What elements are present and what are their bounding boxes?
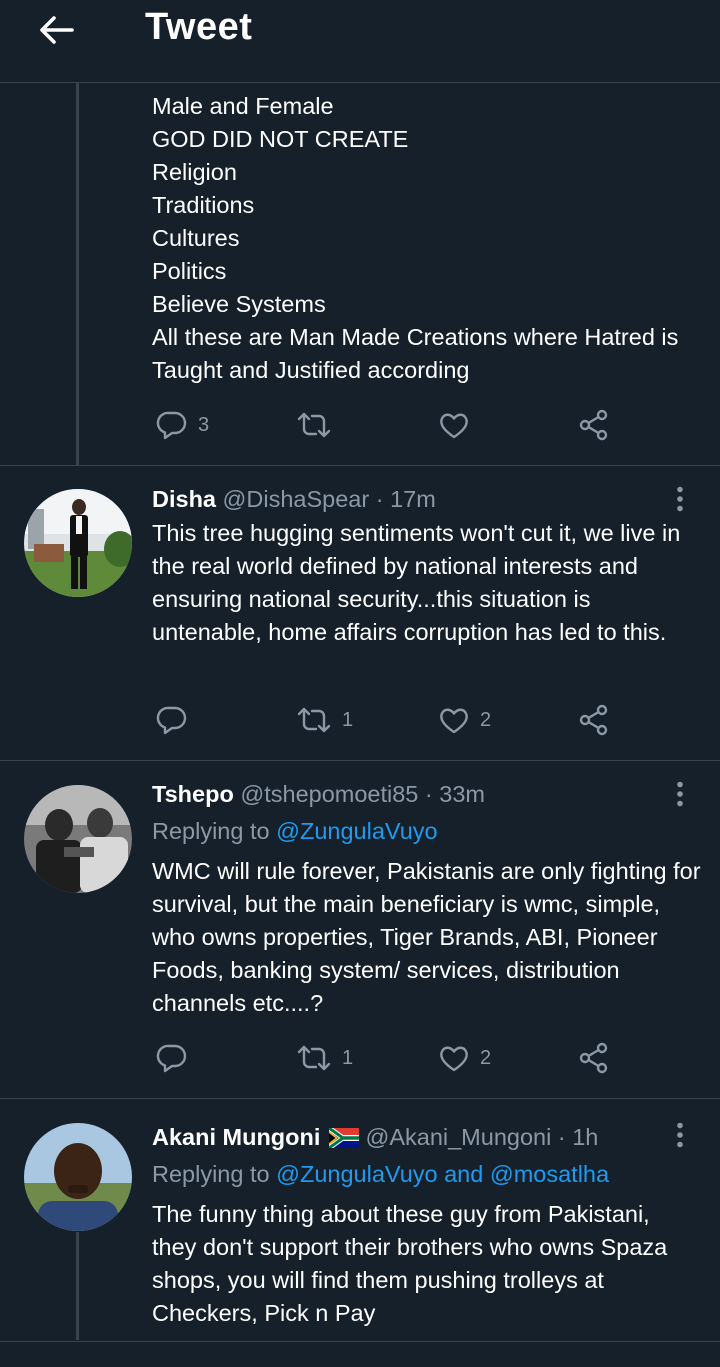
timestamp[interactable]: · 17m bbox=[376, 486, 436, 512]
thread-line bbox=[76, 1232, 79, 1340]
replying-to: Replying to @ZungulaVuyo and @mosatlha bbox=[152, 1159, 609, 1189]
more-vertical-icon bbox=[677, 1122, 683, 1148]
timestamp[interactable]: · 33m bbox=[425, 781, 485, 807]
top-bar: Tweet bbox=[0, 0, 720, 83]
page-title: Tweet bbox=[145, 6, 253, 48]
user-handle[interactable]: @DishaSpear bbox=[223, 486, 370, 512]
avatar[interactable] bbox=[24, 1123, 132, 1231]
divider bbox=[0, 1098, 720, 1099]
retweet-button[interactable]: 1 bbox=[296, 700, 353, 740]
reply-icon bbox=[156, 1044, 187, 1073]
more-vertical-icon bbox=[677, 781, 683, 807]
tweet-meta: Disha @DishaSpear · 17m bbox=[152, 484, 436, 514]
heart-icon bbox=[440, 1046, 468, 1072]
replying-to: Replying to @ZungulaVuyo bbox=[152, 816, 438, 846]
retweet-icon bbox=[297, 412, 331, 438]
tweet-meta: Tshepo @tshepomoeti85 · 33m bbox=[152, 779, 485, 809]
reply-count: 3 bbox=[198, 413, 210, 436]
retweet-count: 1 bbox=[342, 1046, 354, 1069]
display-name[interactable]: Tshepo bbox=[152, 781, 234, 807]
like-button[interactable] bbox=[438, 405, 480, 445]
share-button[interactable] bbox=[578, 1038, 610, 1078]
more-vertical-icon bbox=[677, 486, 683, 512]
heart-icon bbox=[440, 413, 468, 439]
replying-to-link[interactable]: @ZungulaVuyo bbox=[276, 818, 437, 844]
arrow-left-icon bbox=[40, 16, 74, 44]
share-button[interactable] bbox=[578, 405, 610, 445]
share-button[interactable] bbox=[578, 700, 610, 740]
replying-to-link[interactable]: @ZungulaVuyo and @mosatlha bbox=[276, 1161, 609, 1187]
retweet-icon bbox=[297, 707, 331, 733]
more-options-button[interactable] bbox=[668, 1120, 692, 1150]
like-count: 2 bbox=[480, 1046, 492, 1069]
display-name[interactable]: Disha bbox=[152, 486, 216, 512]
timestamp[interactable]: · 1h bbox=[558, 1124, 599, 1150]
more-options-button[interactable] bbox=[668, 779, 692, 809]
share-icon bbox=[579, 704, 608, 736]
display-name[interactable]: Akani Mungoni bbox=[152, 1124, 320, 1150]
retweet-button[interactable] bbox=[296, 405, 342, 445]
tweet-meta: Akani Mungoni @Akani_Mungoni · 1h bbox=[152, 1122, 598, 1152]
like-button[interactable]: 2 bbox=[438, 1038, 491, 1078]
divider bbox=[0, 1341, 720, 1342]
avatar[interactable] bbox=[24, 489, 132, 597]
tweet-actions: 1 2 bbox=[152, 700, 622, 740]
south-africa-flag-icon bbox=[327, 1125, 359, 1151]
reply-icon bbox=[156, 411, 187, 440]
retweet-count: 1 bbox=[342, 708, 354, 731]
tweet-actions: 1 2 bbox=[152, 1038, 622, 1078]
tweet-text: WMC will rule forever, Pakistanis are on… bbox=[152, 858, 701, 1016]
reply-button[interactable] bbox=[156, 1038, 198, 1078]
tweet-page: Tweet Male and Female GOD DID NOT CREATE… bbox=[0, 0, 720, 1367]
like-button[interactable]: 2 bbox=[438, 700, 491, 740]
divider bbox=[0, 760, 720, 761]
retweet-button[interactable]: 1 bbox=[296, 1038, 353, 1078]
retweet-icon bbox=[297, 1045, 331, 1071]
divider bbox=[0, 465, 720, 466]
share-icon bbox=[579, 409, 608, 441]
reply-button[interactable]: 3 bbox=[156, 405, 209, 445]
user-handle[interactable]: @tshepomoeti85 bbox=[240, 781, 418, 807]
tweet-text: This tree hugging sentiments won't cut i… bbox=[152, 520, 681, 645]
user-handle[interactable]: @Akani_Mungoni bbox=[365, 1124, 551, 1150]
heart-icon bbox=[440, 708, 468, 734]
tweet-text: The funny thing about these guy from Pak… bbox=[152, 1201, 668, 1326]
more-options-button[interactable] bbox=[668, 484, 692, 514]
back-button[interactable] bbox=[30, 8, 82, 52]
thread-line bbox=[76, 83, 79, 465]
reply-icon bbox=[156, 706, 187, 735]
tweet-text: Male and Female GOD DID NOT CREATE Relig… bbox=[152, 93, 679, 383]
like-count: 2 bbox=[480, 708, 492, 731]
replying-to-label: Replying to bbox=[152, 1161, 277, 1187]
replying-to-label: Replying to bbox=[152, 818, 277, 844]
avatar[interactable] bbox=[24, 785, 132, 893]
tweet-actions: 3 bbox=[152, 405, 622, 445]
reply-button[interactable] bbox=[156, 700, 198, 740]
share-icon bbox=[579, 1042, 608, 1074]
